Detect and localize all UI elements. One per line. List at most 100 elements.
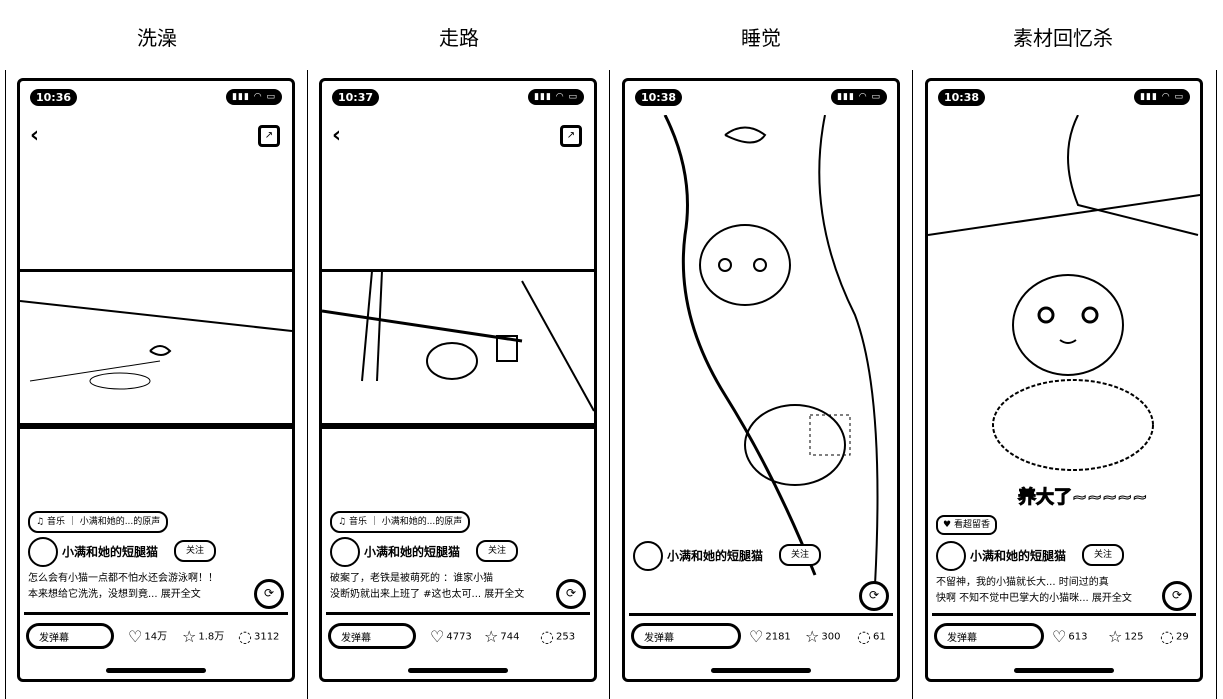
divider xyxy=(5,70,6,699)
status-time: 10:38 xyxy=(635,89,683,106)
video-frame[interactable] xyxy=(20,271,292,426)
danmu-input[interactable]: 发弹幕 xyxy=(328,623,416,649)
repost-icon[interactable]: ⟳ xyxy=(556,579,586,609)
comment-icon: ◌ xyxy=(540,627,554,646)
avatar[interactable] xyxy=(330,537,360,567)
star-button[interactable]: ☆ 125 xyxy=(1108,627,1143,646)
star-icon: ☆ xyxy=(805,627,820,646)
action-bar: 发弹幕 ♡ 14万 ☆ 1.8万 ◌ 3112 xyxy=(24,623,288,653)
signal-wifi-battery-icon: ▮▮▮ ◠ ▭ xyxy=(226,89,282,105)
heart-icon: ♡ xyxy=(430,627,445,646)
chevron-left-icon[interactable]: ‹ xyxy=(30,123,39,148)
video-caption-overlay: 养大了~~~~~ xyxy=(1017,487,1148,509)
video-description[interactable]: 怎么会有小猫一点都不怕水还会游泳啊！！ 本来想给它洗洗，没想到竟... 展开全文 xyxy=(28,571,252,603)
status-bar: 10:36 ▮▮▮ ◠ ▭ xyxy=(30,89,282,107)
comment-button[interactable]: ◌ 253 xyxy=(540,627,575,646)
avatar[interactable] xyxy=(28,537,58,567)
avatar[interactable] xyxy=(633,541,663,571)
comment-button[interactable]: ◌ 61 xyxy=(857,627,886,646)
star-button[interactable]: ☆ 300 xyxy=(805,627,840,646)
music-tag[interactable]: ♫ 音乐 ｜ 小满和她的...的原声 xyxy=(330,511,471,533)
video-description[interactable]: 不留神，我的小猫就长大... 时间过的真 快啊 不知不觉中巴掌大的小猫咪... … xyxy=(936,575,1160,607)
video-sketch xyxy=(663,115,879,585)
action-bar: 发弹幕 ♡ 4773 ☆ 744 ◌ 253 xyxy=(326,623,590,653)
video-sketch xyxy=(322,271,594,412)
share-icon[interactable]: ↗ xyxy=(560,125,582,147)
author-name[interactable]: 小满和她的短腿猫 xyxy=(364,543,460,560)
star-button[interactable]: ☆ 744 xyxy=(484,627,519,646)
content-panel: ♫ 音乐 ｜ 小满和她的...的原声 小满和她的短腿猫 关注 破案了，老铁是被萌… xyxy=(322,426,594,679)
blank-area xyxy=(20,81,292,272)
video-description[interactable]: 破案了，老铁是被萌死的 ：谁家小猫 没断奶就出来上班了 #这也太可... 展开全… xyxy=(330,571,554,603)
music-tag[interactable]: ♫ 音乐 ｜ 小满和她的...的原声 xyxy=(28,511,169,533)
divider xyxy=(1216,70,1217,699)
author-name[interactable]: 小满和她的短腿猫 xyxy=(970,547,1066,564)
phone-screen-memory: 10:38 ▮▮▮ ◠ ▭ 养大了~~~~~ ♥ 看超留香 小满和她的短腿猫 关… xyxy=(925,78,1203,682)
like-button[interactable]: ♡ 2181 xyxy=(749,627,791,646)
like-button[interactable]: ♡ 613 xyxy=(1052,627,1087,646)
repost-icon[interactable]: ⟳ xyxy=(1162,581,1192,611)
column-title-sleep: 睡觉 xyxy=(741,26,781,50)
share-icon[interactable]: ↗ xyxy=(258,125,280,147)
like-button[interactable]: ♡ 14万 xyxy=(128,627,167,646)
chevron-left-icon[interactable]: ‹ xyxy=(332,123,341,148)
progress-bar[interactable] xyxy=(326,612,590,615)
heart-icon: ♡ xyxy=(128,627,143,646)
signal-wifi-battery-icon: ▮▮▮ ◠ ▭ xyxy=(528,89,584,105)
action-bar: 发弹幕 ♡ 2181 ☆ 300 ◌ 61 xyxy=(629,623,893,653)
home-indicator xyxy=(711,668,811,673)
column-title-bath: 洗澡 xyxy=(137,26,177,50)
comment-button[interactable]: ◌ 29 xyxy=(1160,627,1189,646)
progress-bar[interactable] xyxy=(24,612,288,615)
danmu-input[interactable]: 发弹幕 xyxy=(934,623,1044,649)
video-frame[interactable] xyxy=(322,271,594,426)
phone-screen-walk: 10:37 ▮▮▮ ◠ ▭ ‹ ↗ ♫ 音乐 ｜ 小满和她的...的原声 小满和… xyxy=(319,78,597,682)
follow-button[interactable]: 关注 xyxy=(779,544,821,566)
content-panel: ♫ 音乐 ｜ 小满和她的...的原声 小满和她的短腿猫 关注 怎么会有小猫一点都… xyxy=(20,426,292,679)
status-time: 10:38 xyxy=(938,89,986,106)
heart-icon: ♡ xyxy=(1052,627,1067,646)
divider xyxy=(609,70,610,699)
comment-button[interactable]: ◌ 3112 xyxy=(238,627,279,646)
progress-bar[interactable] xyxy=(629,613,893,616)
video-sketch xyxy=(20,300,292,390)
status-time: 10:37 xyxy=(332,89,380,106)
column-title-memory: 素材回忆杀 xyxy=(1013,26,1113,50)
signal-wifi-battery-icon: ▮▮▮ ◠ ▭ xyxy=(1134,89,1190,105)
home-indicator xyxy=(106,668,206,673)
video-frame[interactable] xyxy=(928,115,1200,579)
action-bar: 发弹幕 ♡ 613 ☆ 125 ◌ 29 xyxy=(932,623,1196,653)
column-title-walk: 走路 xyxy=(439,26,479,50)
divider xyxy=(912,70,913,699)
follow-button[interactable]: 关注 xyxy=(1082,544,1124,566)
comment-icon: ◌ xyxy=(238,627,252,646)
heart-icon: ♡ xyxy=(749,627,764,646)
progress-bar[interactable] xyxy=(932,613,1196,616)
repost-icon[interactable]: ⟳ xyxy=(254,579,284,609)
highlight-chip[interactable]: ♥ 看超留香 xyxy=(936,515,997,535)
avatar[interactable] xyxy=(936,541,966,571)
star-icon: ☆ xyxy=(1108,627,1123,646)
phone-screen-bath: 10:36 ▮▮▮ ◠ ▭ ‹ ↗ ♫ 音乐 ｜ 小满和她的...的原声 小满和… xyxy=(17,78,295,682)
author-name[interactable]: 小满和她的短腿猫 xyxy=(667,547,763,564)
danmu-input[interactable]: 发弹幕 xyxy=(26,623,114,649)
home-indicator xyxy=(1014,668,1114,673)
like-button[interactable]: ♡ 4773 xyxy=(430,627,472,646)
follow-button[interactable]: 关注 xyxy=(174,540,216,562)
status-time: 10:36 xyxy=(30,89,78,106)
video-frame[interactable] xyxy=(625,115,897,585)
danmu-input[interactable]: 发弹幕 xyxy=(631,623,741,649)
status-bar: 10:38 ▮▮▮ ◠ ▭ xyxy=(938,89,1190,107)
follow-button[interactable]: 关注 xyxy=(476,540,518,562)
star-icon: ☆ xyxy=(484,627,499,646)
star-button[interactable]: ☆ 1.8万 xyxy=(182,627,224,646)
author-name[interactable]: 小满和她的短腿猫 xyxy=(62,543,158,560)
phone-screen-sleep: 10:38 ▮▮▮ ◠ ▭ 小满和她的短腿猫 关注 ⟳ 发弹幕 ♡ 2181 ☆ 3… xyxy=(622,78,900,682)
divider xyxy=(307,70,308,699)
star-icon: ☆ xyxy=(182,627,197,646)
comment-icon: ◌ xyxy=(1160,627,1174,646)
status-bar: 10:37 ▮▮▮ ◠ ▭ xyxy=(332,89,584,107)
signal-wifi-battery-icon: ▮▮▮ ◠ ▭ xyxy=(831,89,887,105)
repost-icon[interactable]: ⟳ xyxy=(859,581,889,611)
comment-icon: ◌ xyxy=(857,627,871,646)
